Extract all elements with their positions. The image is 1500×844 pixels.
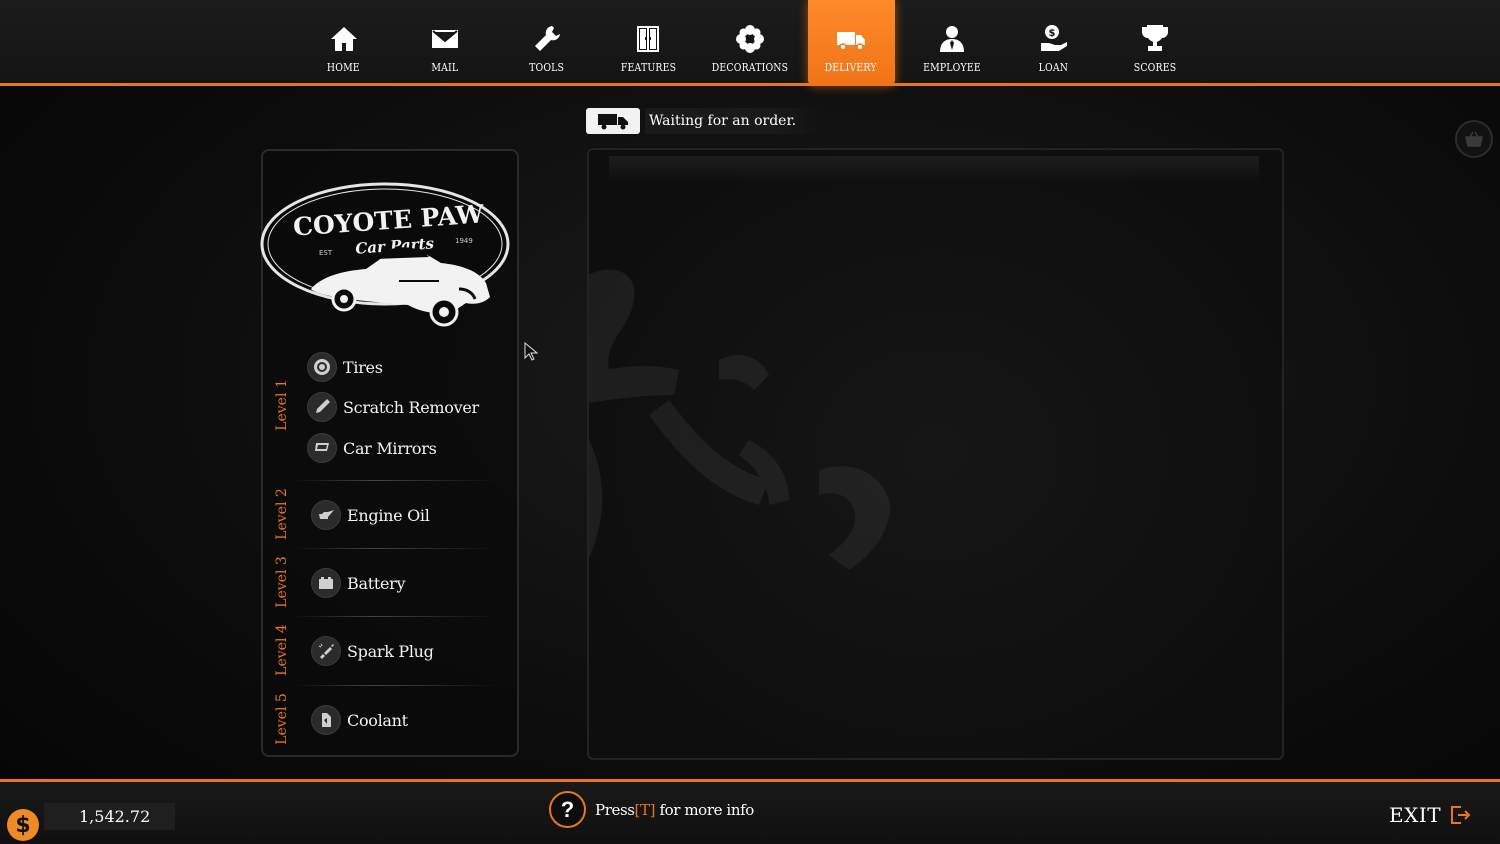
person-icon: [940, 26, 965, 52]
home-icon: [330, 27, 357, 51]
part-name: Tires: [343, 357, 383, 377]
dollar-coin-icon: $: [7, 809, 39, 841]
part-name: Engine Oil: [347, 505, 430, 525]
nav-loan-label: LOAN: [1038, 61, 1069, 74]
spark-plug-icon: [311, 636, 341, 666]
help-key: [T]: [634, 800, 656, 819]
part-scratch-remover[interactable]: Scratch Remover: [307, 392, 479, 422]
coin-hand-icon: $: [1040, 25, 1067, 51]
store-est: EST: [319, 249, 333, 257]
nav-home-label: HOME: [327, 61, 361, 74]
help-text: Press[T] for more info: [595, 801, 754, 819]
exit-button[interactable]: EXIT: [1389, 803, 1471, 827]
store-logo: COYOTE PAW Car Parts EST 1949: [260, 182, 510, 327]
nav-scores[interactable]: SCORES: [1105, 0, 1207, 86]
coolant-icon: [311, 705, 341, 735]
oil-can-icon: [311, 500, 341, 530]
help-hint: ? Press[T] for more info: [549, 791, 754, 828]
level-divider: [293, 685, 498, 686]
trophy-icon: [1142, 25, 1169, 51]
bottom-bar: $ 1,542.72 ? Press[T] for more info EXIT: [0, 779, 1500, 844]
top-navigation-bar: HOME MAIL TOOLS FEATURES DECORATIONS DEL…: [0, 0, 1500, 86]
nav-mail[interactable]: MAIL: [395, 0, 497, 86]
money-balance: 1,542.72: [44, 803, 175, 830]
part-name: Scratch Remover: [343, 397, 479, 417]
part-battery[interactable]: Battery: [311, 568, 406, 598]
part-coolant[interactable]: Coolant: [311, 705, 408, 735]
level-5-label: Level 5: [274, 693, 290, 745]
part-tires[interactable]: Tires: [307, 352, 383, 382]
nav-tools-label: TOOLS: [529, 61, 565, 74]
battery-icon: [311, 568, 341, 598]
level-4-label: Level 4: [274, 624, 290, 676]
nav-delivery[interactable]: DELIVERY: [807, 0, 895, 86]
level-5-group: Level 5 Coolant: [263, 689, 521, 755]
truck-icon: [598, 114, 628, 130]
part-car-mirrors[interactable]: Car Mirrors: [307, 433, 437, 463]
exit-door-icon: [1451, 806, 1471, 824]
help-prefix: Press: [595, 800, 635, 819]
level-1-label: Level 1: [274, 379, 290, 431]
scratch-remover-icon: [307, 392, 337, 422]
basket-icon: [1465, 131, 1483, 147]
nav-loan[interactable]: $ LOAN: [1003, 0, 1105, 86]
nav-decorations-label: DECORATIONS: [711, 61, 788, 74]
nav-employee-label: EMPLOYEE: [923, 61, 982, 74]
nav-features-label: FEATURES: [620, 61, 676, 74]
mail-icon: [432, 30, 459, 48]
nav-mail-label: MAIL: [431, 61, 459, 74]
nav-decorations[interactable]: DECORATIONS: [699, 0, 801, 86]
level-4-group: Level 4 Spark Plug: [263, 620, 521, 684]
parts-panel: COYOTE PAW Car Parts EST 1949 Level 1 Ti…: [260, 149, 521, 757]
mirror-icon: [307, 433, 337, 463]
help-suffix: for more info: [659, 800, 754, 819]
basket-button[interactable]: [1455, 120, 1493, 158]
level-divider: [293, 616, 498, 617]
level-divider: [293, 548, 498, 549]
part-spark-plug[interactable]: Spark Plug: [311, 636, 434, 666]
delivery-content-panel: [587, 148, 1284, 760]
panel-header-shade: [609, 156, 1259, 182]
level-2-label: Level 2: [274, 488, 290, 540]
part-name: Car Mirrors: [343, 438, 437, 458]
level-2-group: Level 2 Engine Oil: [263, 484, 521, 548]
question-icon[interactable]: ?: [549, 791, 586, 828]
nav-tools[interactable]: TOOLS: [496, 0, 598, 86]
features-icon: [637, 26, 660, 52]
delivery-status: Waiting for an order.: [586, 108, 825, 134]
performance-overlay: [2, 1, 207, 43]
status-truck-badge: [586, 108, 640, 134]
level-divider: [293, 480, 498, 481]
mouse-cursor-icon: [524, 342, 538, 361]
status-text: Waiting for an order.: [645, 108, 825, 134]
nav-scores-label: SCORES: [1133, 61, 1177, 74]
level-3-label: Level 3: [274, 556, 290, 608]
nav-home[interactable]: HOME: [293, 0, 395, 86]
part-name: Coolant: [347, 710, 408, 730]
part-name: Battery: [347, 573, 406, 593]
nav-employee[interactable]: EMPLOYEE: [902, 0, 1004, 86]
part-name: Spark Plug: [347, 641, 434, 661]
exit-label: EXIT: [1389, 803, 1442, 827]
flower-icon: [735, 25, 764, 53]
nav-delivery-label: DELIVERY: [824, 61, 878, 74]
truck-icon: [837, 32, 865, 51]
part-engine-oil[interactable]: Engine Oil: [311, 500, 430, 530]
watermark-graphic: [589, 269, 890, 570]
nav-features[interactable]: FEATURES: [598, 0, 700, 86]
tire-icon: [307, 352, 337, 382]
level-1-group: Level 1 Tires Scratch Remover Car Mirror…: [263, 349, 521, 477]
level-3-group: Level 3 Battery: [263, 552, 521, 616]
wrench-icon: [534, 26, 560, 51]
svg-text:$: $: [1048, 28, 1055, 39]
main-nav: HOME MAIL TOOLS FEATURES DECORATIONS DEL…: [293, 0, 1206, 86]
store-year: 1949: [455, 237, 473, 245]
